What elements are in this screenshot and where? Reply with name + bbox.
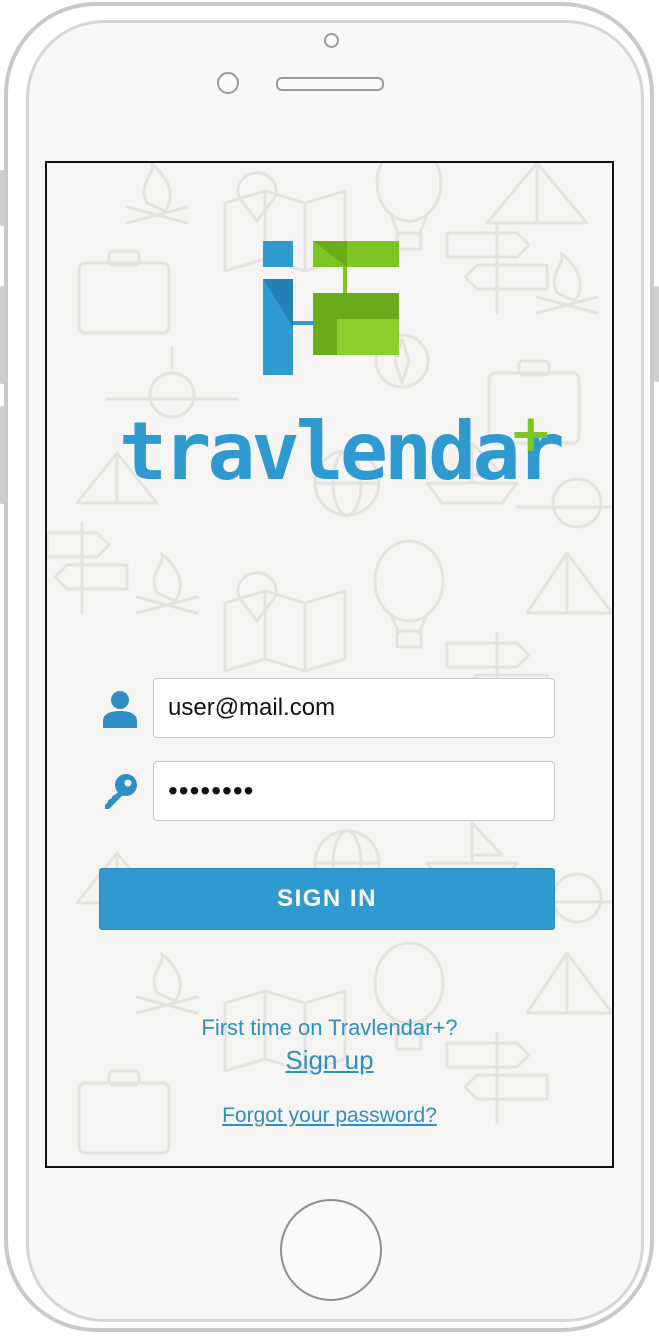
mute-switch [0, 170, 5, 226]
app-wordmark: travlendar + [47, 401, 612, 498]
user-icon [103, 691, 137, 728]
sign-up-link[interactable]: Sign up [47, 1045, 612, 1076]
tent-icon [525, 551, 612, 615]
app-name-plus: + [509, 404, 553, 464]
campfire-icon [135, 551, 199, 615]
forgot-password-link[interactable]: Forgot your password? [47, 1104, 612, 1128]
password-row [99, 761, 559, 823]
email-field[interactable] [153, 678, 555, 738]
signpost-icon [47, 521, 129, 615]
email-row [99, 678, 559, 740]
first-time-text: First time on Travlendar+? [201, 1015, 458, 1040]
volume-up-button [0, 286, 5, 384]
app-name: travlendar [119, 405, 561, 491]
suitcase-icon [77, 249, 171, 335]
front-camera [324, 33, 339, 48]
app-screen: travlendar + SIGN IN First time on Travl… [45, 161, 614, 1168]
proximity-sensor [217, 72, 239, 94]
volume-down-button [0, 406, 5, 504]
hot-air-balloon-icon [373, 539, 445, 649]
key-icon [105, 774, 137, 809]
signpost-icon [445, 221, 549, 315]
power-button [654, 286, 659, 382]
tent-icon [485, 163, 589, 225]
sign-in-button[interactable]: SIGN IN [99, 868, 555, 930]
hot-air-balloon-icon [375, 163, 443, 251]
earpiece-speaker [276, 77, 384, 91]
password-field[interactable] [153, 761, 555, 821]
travlendar-logo-icon [263, 241, 399, 375]
home-button[interactable] [280, 1199, 382, 1301]
campfire-icon [135, 951, 199, 1015]
campfire-icon [125, 163, 189, 225]
tent-icon [525, 951, 612, 1015]
